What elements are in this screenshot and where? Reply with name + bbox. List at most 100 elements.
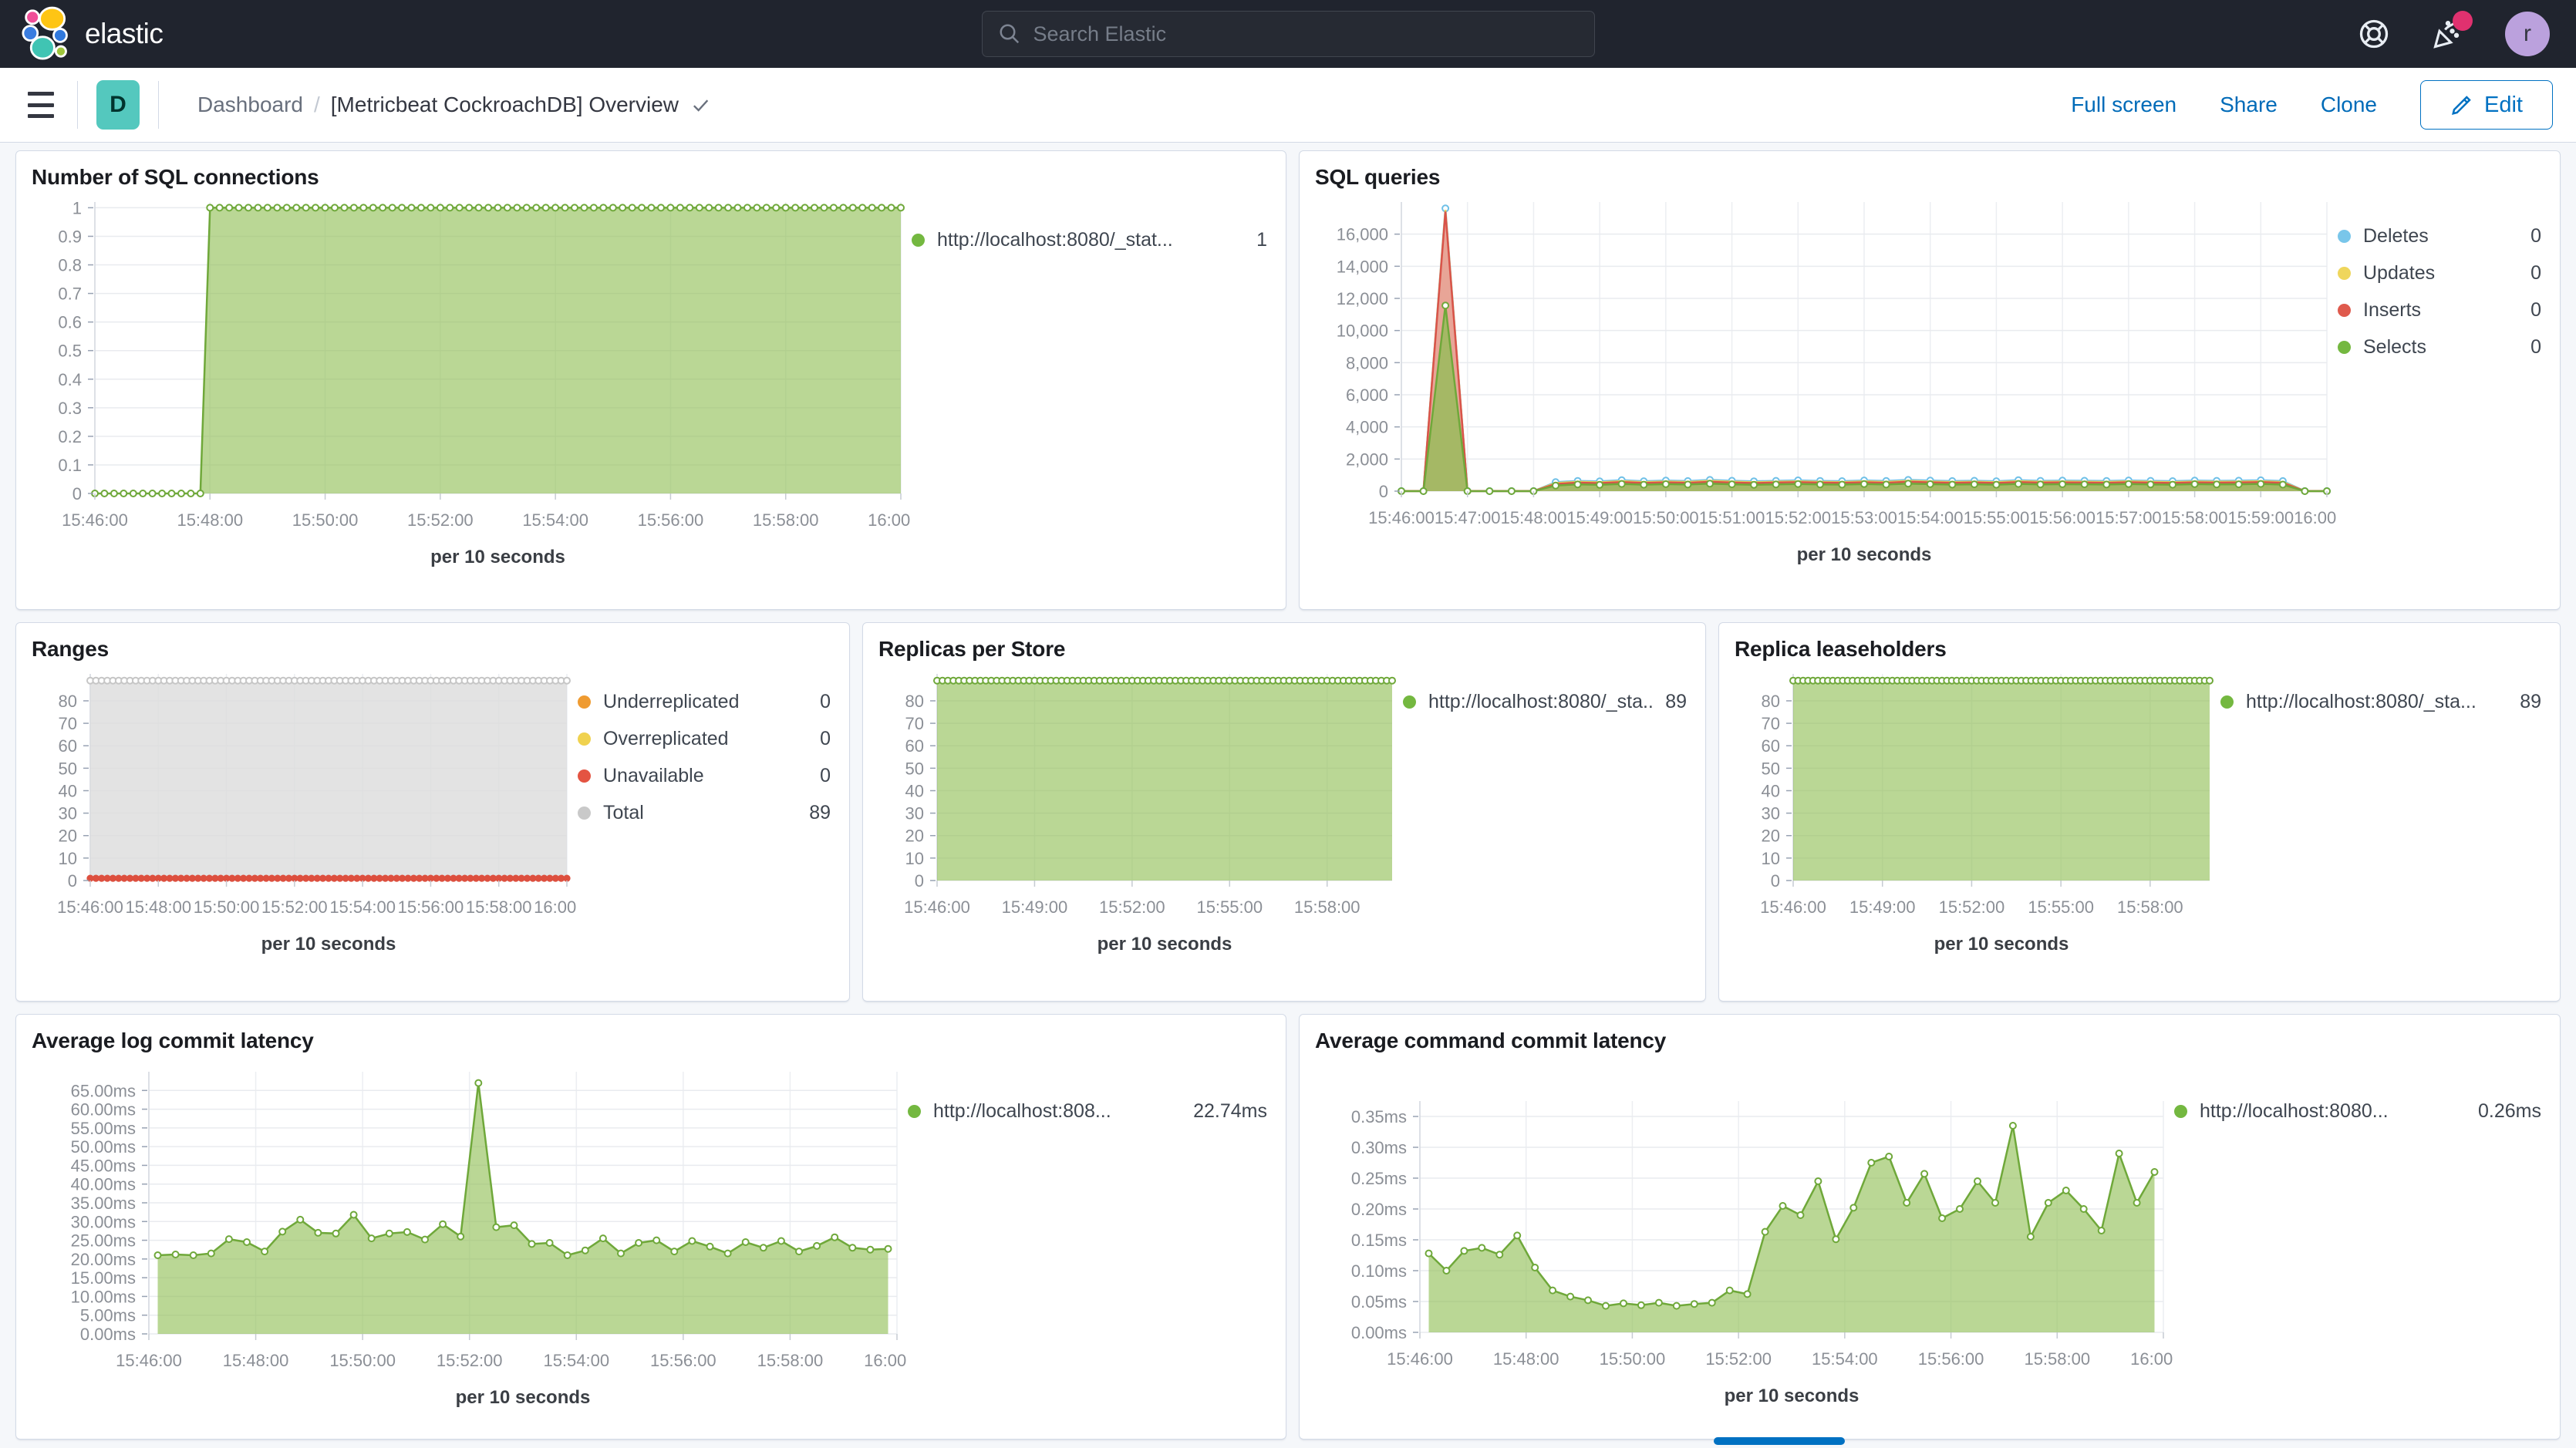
legend-label: http://localhost:8080/_sta... [1428, 691, 1654, 713]
chart-svg: 8070605040302010015:46:0015:49:0015:52:0… [1735, 666, 2220, 979]
svg-text:16:00:00: 16:00:00 [868, 510, 912, 530]
chart-replica-leaseholders[interactable]: 8070605040302010015:46:0015:49:0015:52:0… [1735, 666, 2220, 983]
svg-text:15:46:00: 15:46:00 [57, 897, 123, 917]
svg-text:15:58:00: 15:58:00 [2117, 897, 2183, 917]
svg-text:15.00ms: 15.00ms [71, 1268, 136, 1288]
svg-text:25.00ms: 25.00ms [71, 1231, 136, 1251]
legend-item[interactable]: Total89 [578, 802, 831, 824]
elastic-logo[interactable]: elastic [0, 6, 478, 62]
menu-button[interactable] [23, 89, 59, 120]
chart-ranges[interactable]: 8070605040302010015:46:0015:48:0015:50:0… [32, 666, 578, 983]
chart-svg: 8070605040302010015:46:0015:48:0015:50:0… [32, 666, 578, 979]
legend-item[interactable]: http://localhost:8080/_stat...1 [912, 229, 1267, 251]
user-avatar[interactable]: r [2505, 12, 2550, 56]
chart-command-commit-latency[interactable]: 0.35ms0.30ms0.25ms0.20ms0.15ms0.10ms0.05… [1315, 1058, 2174, 1435]
chart-log-commit-latency[interactable]: 65.00ms60.00ms55.00ms50.00ms45.00ms40.00… [32, 1058, 908, 1436]
svg-text:40: 40 [905, 781, 924, 800]
svg-text:80: 80 [59, 692, 77, 711]
chart-sql-connections[interactable]: 10.90.80.70.60.50.40.30.20.1015:46:0015:… [32, 194, 912, 596]
legend-item[interactable]: Selects0 [2338, 336, 2541, 359]
svg-text:6,000: 6,000 [1346, 386, 1388, 405]
help-button[interactable] [2357, 17, 2391, 51]
global-search[interactable] [982, 11, 1595, 57]
legend-item[interactable]: http://localhost:8080/_sta...89 [2220, 691, 2541, 713]
svg-text:15:54:00: 15:54:00 [1812, 1349, 1878, 1369]
chart-sql-queries[interactable]: 16,00014,00012,00010,0008,0006,0004,0002… [1315, 194, 2338, 594]
svg-text:15:56:00: 15:56:00 [650, 1351, 716, 1370]
svg-text:20: 20 [59, 827, 77, 846]
breadcrumb-separator: / [314, 93, 320, 117]
svg-text:0: 0 [68, 871, 77, 891]
clone-button[interactable]: Clone [2321, 93, 2377, 117]
svg-text:15:50:00: 15:50:00 [1633, 508, 1699, 527]
legend-label: http://localhost:8080/_stat... [937, 229, 1246, 251]
dashboard-app-badge[interactable]: D [96, 80, 140, 130]
legend-item[interactable]: Updates0 [2338, 262, 2541, 285]
legend-item[interactable]: Unavailable0 [578, 765, 831, 787]
svg-text:15:52:00: 15:52:00 [437, 1351, 503, 1370]
svg-text:per 10 seconds: per 10 seconds [1725, 1386, 1860, 1406]
legend-value: 89 [1665, 691, 1687, 713]
whats-new-button[interactable] [2431, 17, 2465, 51]
svg-text:per 10 seconds: per 10 seconds [430, 547, 565, 567]
check-icon [690, 94, 711, 116]
legend-item[interactable]: Underreplicated0 [578, 691, 831, 713]
svg-text:16:00:00: 16:00:00 [2130, 1349, 2174, 1369]
full-screen-button[interactable]: Full screen [2071, 93, 2176, 117]
svg-text:15:48:00: 15:48:00 [125, 897, 191, 917]
svg-text:15:56:00: 15:56:00 [1918, 1349, 1984, 1369]
svg-text:16:00:00: 16:00:00 [534, 897, 578, 917]
panel-replica-leaseholders: Replica leaseholders 8070605040302010015… [1718, 622, 2561, 1002]
legend-item[interactable]: Overreplicated0 [578, 728, 831, 750]
svg-text:0.4: 0.4 [58, 370, 82, 389]
svg-text:16,000: 16,000 [1337, 225, 1388, 244]
help-icon [2357, 17, 2391, 51]
legend-dot-icon [578, 769, 591, 783]
svg-text:40: 40 [59, 781, 77, 800]
svg-text:0.20ms: 0.20ms [1351, 1200, 1407, 1219]
legend-item[interactable]: http://localhost:808...22.74ms [908, 1100, 1267, 1123]
legend-label: Deletes [2363, 225, 2520, 248]
legend-label: http://localhost:8080... [2200, 1100, 2467, 1123]
chart-svg: 65.00ms60.00ms55.00ms50.00ms45.00ms40.00… [32, 1058, 908, 1433]
svg-text:0.6: 0.6 [58, 313, 82, 332]
svg-text:15:59:00: 15:59:00 [2227, 508, 2294, 527]
chart-replicas-per-store[interactable]: 8070605040302010015:46:0015:49:0015:52:0… [878, 666, 1403, 983]
legend-dot-icon [578, 732, 591, 746]
svg-text:15:46:00: 15:46:00 [904, 897, 970, 917]
svg-text:5.00ms: 5.00ms [80, 1306, 136, 1325]
legend-value: 0 [820, 691, 831, 713]
svg-text:70: 70 [905, 714, 924, 733]
legend-label: Total [603, 802, 798, 824]
legend-dot-icon [2338, 267, 2351, 280]
svg-text:15:52:00: 15:52:00 [407, 510, 474, 530]
svg-text:15:50:00: 15:50:00 [292, 510, 359, 530]
separator [77, 81, 78, 129]
legend-value: 0 [820, 765, 831, 787]
legend-item[interactable]: Deletes0 [2338, 225, 2541, 248]
search-input[interactable] [1033, 22, 1579, 46]
page-title[interactable]: [Metricbeat CockroachDB] Overview [331, 93, 711, 117]
svg-text:0.30ms: 0.30ms [1351, 1138, 1407, 1157]
scrollbar-thumb[interactable] [1714, 1437, 1845, 1445]
svg-text:4,000: 4,000 [1346, 418, 1388, 437]
svg-text:15:52:00: 15:52:00 [1939, 897, 2005, 917]
share-button[interactable]: Share [2220, 93, 2278, 117]
legend-value: 22.74ms [1193, 1100, 1267, 1123]
breadcrumb: Dashboard / [Metricbeat CockroachDB] Ove… [197, 93, 711, 117]
svg-text:15:48:00: 15:48:00 [223, 1351, 289, 1370]
svg-text:0.1: 0.1 [58, 456, 82, 475]
panel-replicas-per-store: Replicas per Store 8070605040302010015:4… [862, 622, 1706, 1002]
panel-log-commit-latency: Average log commit latency 65.00ms60.00m… [15, 1014, 1286, 1440]
svg-text:0.9: 0.9 [58, 227, 82, 246]
legend-item[interactable]: http://localhost:8080...0.26ms [2174, 1100, 2541, 1123]
legend-item[interactable]: Inserts0 [2338, 299, 2541, 322]
legend-label: Overreplicated [603, 728, 809, 750]
svg-text:15:56:00: 15:56:00 [638, 510, 704, 530]
svg-text:10: 10 [905, 849, 924, 868]
legend-item[interactable]: http://localhost:8080/_sta... 89 [1403, 691, 1687, 713]
svg-text:16:00:00: 16:00:00 [864, 1351, 908, 1370]
edit-button[interactable]: Edit [2420, 80, 2553, 130]
panel-title: Replicas per Store [878, 637, 1690, 662]
breadcrumb-dashboard-link[interactable]: Dashboard [197, 93, 303, 117]
